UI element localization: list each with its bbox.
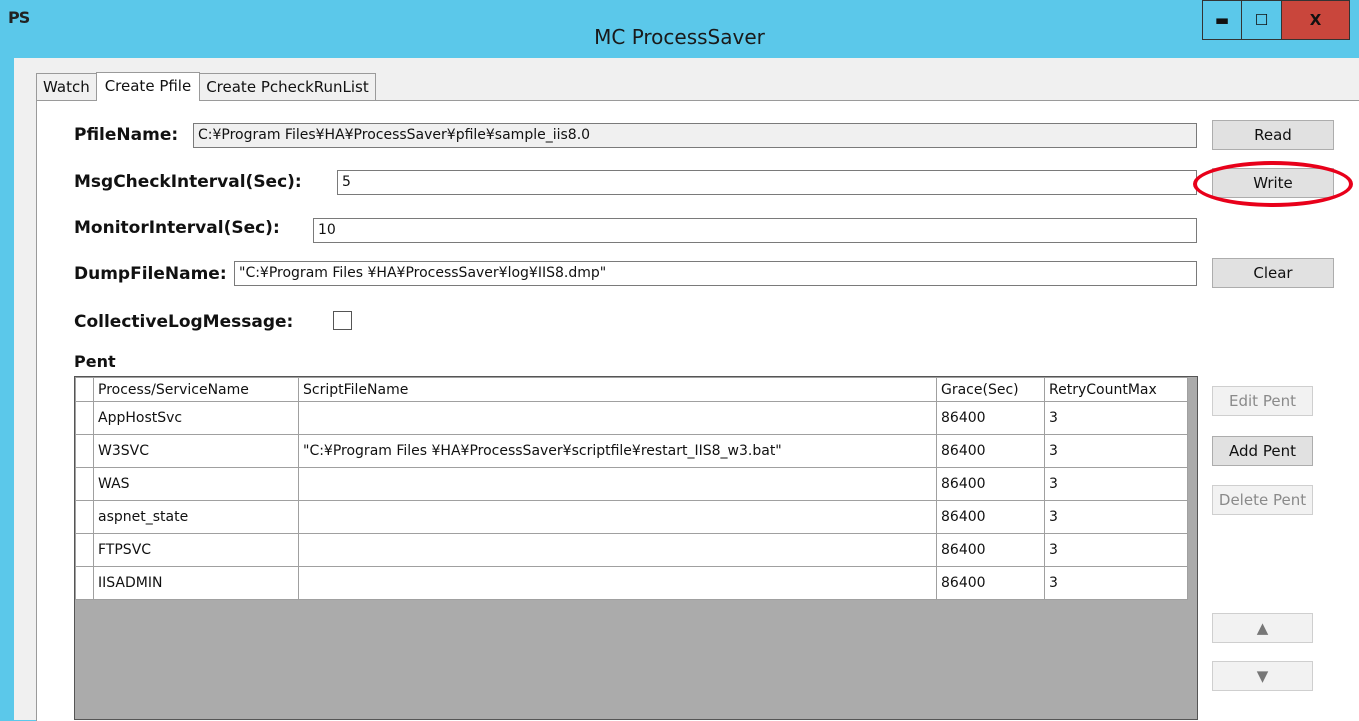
move-down-button[interactable]: ▼ <box>1212 661 1313 691</box>
cell-retry[interactable]: 3 <box>1044 401 1188 435</box>
table-row[interactable]: W3SVC "C:¥Program Files ¥HA¥ProcessSaver… <box>75 434 1188 468</box>
collective-log-message-checkbox[interactable] <box>333 311 352 330</box>
row-header[interactable] <box>75 566 94 600</box>
window-controls: ▬ ☐ X <box>1202 0 1350 40</box>
cell-process[interactable]: IISADMIN <box>93 566 299 600</box>
cell-script[interactable] <box>298 467 937 501</box>
pent-table: Process/ServiceName ScriptFileName Grace… <box>75 377 1188 600</box>
cell-retry[interactable]: 3 <box>1044 467 1188 501</box>
msg-check-interval-field[interactable]: 5 <box>337 170 1197 195</box>
cell-process[interactable]: W3SVC <box>93 434 299 468</box>
cell-script[interactable] <box>298 533 937 567</box>
close-button[interactable]: X <box>1282 0 1350 40</box>
cell-grace[interactable]: 86400 <box>936 434 1045 468</box>
dump-file-name-label: DumpFileName: <box>74 264 227 284</box>
dump-file-name-field[interactable]: "C:¥Program Files ¥HA¥ProcessSaver¥log¥I… <box>234 261 1197 286</box>
monitor-interval-field[interactable]: 10 <box>313 218 1197 243</box>
tab-watch[interactable]: Watch <box>36 73 97 101</box>
row-header[interactable] <box>75 467 94 501</box>
cell-grace[interactable]: 86400 <box>936 467 1045 501</box>
tab-create-pfile[interactable]: Create Pfile <box>95 72 201 101</box>
column-header-script[interactable]: ScriptFileName <box>298 377 937 402</box>
row-header[interactable] <box>75 533 94 567</box>
cell-process[interactable]: WAS <box>93 467 299 501</box>
row-header[interactable] <box>75 434 94 468</box>
collective-log-message-label: CollectiveLogMessage: <box>74 312 294 332</box>
read-button[interactable]: Read <box>1212 120 1334 150</box>
write-button[interactable]: Write <box>1212 168 1334 198</box>
cell-process[interactable]: aspnet_state <box>93 500 299 534</box>
msg-check-interval-label: MsgCheckInterval(Sec): <box>74 172 302 192</box>
cell-grace[interactable]: 86400 <box>936 500 1045 534</box>
row-header[interactable] <box>75 500 94 534</box>
pent-label: Pent <box>74 352 116 371</box>
pfile-name-field[interactable]: C:¥Program Files¥HA¥ProcessSaver¥pfile¥s… <box>193 123 1197 148</box>
row-header[interactable] <box>75 401 94 435</box>
add-pent-button[interactable]: Add Pent <box>1212 436 1313 466</box>
window-title: MC ProcessSaver <box>594 25 765 49</box>
cell-script[interactable] <box>298 401 937 435</box>
monitor-interval-label: MonitorInterval(Sec): <box>74 218 280 238</box>
tab-strip: Watch Create Pfile Create PcheckRunList <box>36 71 376 101</box>
cell-process[interactable]: FTPSVC <box>93 533 299 567</box>
cell-grace[interactable]: 86400 <box>936 533 1045 567</box>
clear-button[interactable]: Clear <box>1212 258 1334 288</box>
table-header-row: Process/ServiceName ScriptFileName Grace… <box>75 377 1188 402</box>
table-row[interactable]: AppHostSvc 86400 3 <box>75 401 1188 435</box>
maximize-button[interactable]: ☐ <box>1242 0 1282 40</box>
cell-retry[interactable]: 3 <box>1044 533 1188 567</box>
pfile-name-label: PfileName: <box>74 125 179 145</box>
cell-grace[interactable]: 86400 <box>936 566 1045 600</box>
cell-retry[interactable]: 3 <box>1044 500 1188 534</box>
cell-grace[interactable]: 86400 <box>936 401 1045 435</box>
column-header-retry[interactable]: RetryCountMax <box>1044 377 1188 402</box>
table-row[interactable]: WAS 86400 3 <box>75 467 1188 501</box>
cell-script[interactable] <box>298 500 937 534</box>
column-header-grace[interactable]: Grace(Sec) <box>936 377 1045 402</box>
table-row[interactable]: aspnet_state 86400 3 <box>75 500 1188 534</box>
table-row[interactable]: FTPSVC 86400 3 <box>75 533 1188 567</box>
cell-process[interactable]: AppHostSvc <box>93 401 299 435</box>
cell-script[interactable]: "C:¥Program Files ¥HA¥ProcessSaver¥scrip… <box>298 434 937 468</box>
cell-script[interactable] <box>298 566 937 600</box>
cell-retry[interactable]: 3 <box>1044 566 1188 600</box>
table-row[interactable]: IISADMIN 86400 3 <box>75 566 1188 600</box>
row-header-corner <box>75 377 94 402</box>
title-bar[interactable]: PS MC ProcessSaver ▬ ☐ X <box>0 0 1359 58</box>
delete-pent-button[interactable]: Delete Pent <box>1212 485 1313 515</box>
pent-grid[interactable]: Process/ServiceName ScriptFileName Grace… <box>74 376 1198 720</box>
cell-retry[interactable]: 3 <box>1044 434 1188 468</box>
tab-create-pcheckrunlist[interactable]: Create PcheckRunList <box>199 73 376 101</box>
edit-pent-button[interactable]: Edit Pent <box>1212 386 1313 416</box>
minimize-button[interactable]: ▬ <box>1202 0 1242 40</box>
move-up-button[interactable]: ▲ <box>1212 613 1313 643</box>
column-header-process[interactable]: Process/ServiceName <box>93 377 299 402</box>
